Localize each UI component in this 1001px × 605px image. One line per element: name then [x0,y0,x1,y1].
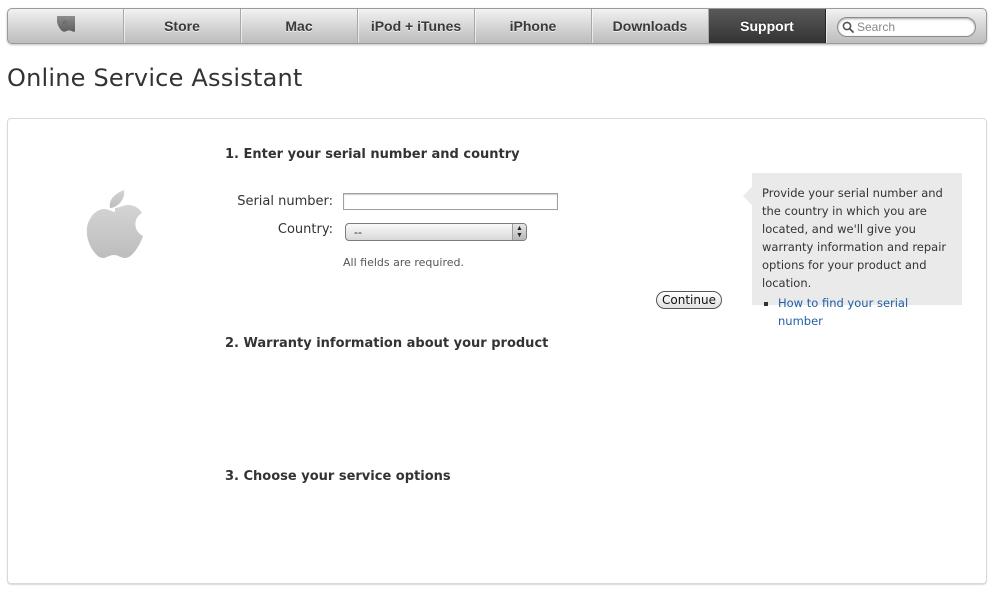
nav-iphone[interactable]: iPhone [475,9,592,43]
select-arrows-icon: ▲ ▼ [512,224,526,240]
nav-ipod-itunes[interactable]: iPod + iTunes [358,9,475,43]
nav-mac[interactable]: Mac [241,9,358,43]
country-label: Country: [277,222,333,237]
search-icon [842,21,854,33]
help-tip: Provide your serial number and the count… [743,173,962,328]
apple-logo-icon [56,15,75,32]
search-input[interactable] [854,20,967,34]
apple-home-link[interactable] [8,9,124,43]
apple-logo-icon [86,190,143,258]
serial-number-label: Serial number: [237,194,333,209]
nav-support[interactable]: Support [709,9,826,43]
country-select[interactable]: -- ▲ ▼ [345,223,527,241]
step3-title: 3. Choose your service options [225,469,451,484]
global-nav: Store Mac iPod + iTunes iPhone Downloads… [7,8,987,44]
continue-button[interactable]: Continue [656,291,722,309]
country-select-value: -- [354,225,362,239]
step1-title: 1. Enter your serial number and country [225,147,520,162]
nav-store[interactable]: Store [124,9,241,43]
required-note: All fields are required. [343,256,464,269]
serial-number-input[interactable] [343,193,558,210]
step2-title: 2. Warranty information about your produ… [225,336,549,351]
help-links: How to find your serial number [762,294,952,330]
service-panel: 1. Enter your serial number and country … [7,118,987,584]
page-title: Online Service Assistant [7,64,303,92]
find-serial-link[interactable]: How to find your serial number [778,296,908,328]
nav-downloads[interactable]: Downloads [592,9,709,43]
help-tip-text: Provide your serial number and the count… [762,186,947,290]
search-box [837,17,976,37]
help-link-item: How to find your serial number [778,294,952,330]
